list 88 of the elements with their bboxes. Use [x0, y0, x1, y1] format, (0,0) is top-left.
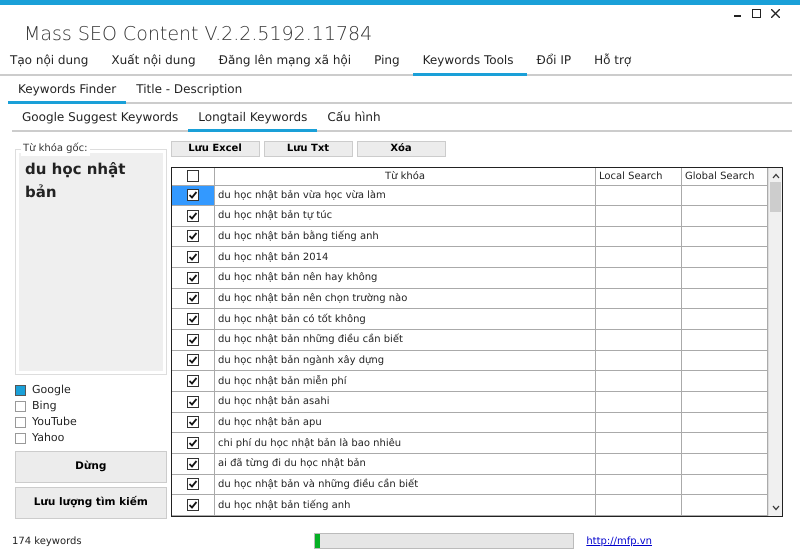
- column-header[interactable]: Global Search: [682, 168, 768, 185]
- checkbox[interactable]: [186, 292, 199, 304]
- row-select-cell[interactable]: [172, 454, 214, 474]
- column-header[interactable]: Từ khóa: [214, 168, 596, 185]
- checkbox[interactable]: [186, 375, 199, 387]
- table-cell: chi phí du học nhật bản là bao nhiêu: [214, 432, 596, 454]
- maximize-icon[interactable]: [752, 9, 761, 18]
- checkbox-label: Yahoo: [32, 430, 64, 446]
- table-cell: du học nhật bản miễn phí: [214, 370, 596, 392]
- checkbox[interactable]: [186, 313, 199, 326]
- table-cell: du học nhật bản asahi: [214, 392, 596, 412]
- checkbox[interactable]: [186, 189, 199, 202]
- checkbox[interactable]: [186, 334, 199, 346]
- tab[interactable]: Xuất nội dung: [101, 48, 209, 76]
- table-cell: du học nhật bản vừa học vừa làm: [214, 185, 596, 206]
- checkbox-label: Bing: [32, 398, 57, 414]
- row-select-cell[interactable]: [172, 308, 214, 330]
- seed-keyword-field[interactable]: du học nhật bản: [19, 153, 162, 371]
- table-cell: ai đã từng đi du học nhật bản: [214, 454, 596, 474]
- row-select-cell[interactable]: [172, 268, 214, 288]
- checkbox[interactable]: [15, 432, 26, 444]
- checkbox[interactable]: [15, 400, 26, 412]
- row-select-cell[interactable]: [172, 494, 214, 516]
- tab[interactable]: Cấu hình: [317, 104, 391, 132]
- checkbox[interactable]: [186, 210, 199, 222]
- group-label: Từ khóa gốc:: [21, 141, 90, 156]
- tab[interactable]: Tạo nội dung: [0, 48, 102, 76]
- table-cell: du học nhật bản tự túc: [214, 206, 596, 226]
- checkbox[interactable]: [186, 498, 199, 511]
- row-select-cell[interactable]: [172, 226, 214, 247]
- action-button[interactable]: Lưu lượng tìm kiếm: [15, 487, 166, 519]
- tab[interactable]: Đổi IP: [526, 48, 584, 76]
- checkbox[interactable]: [186, 251, 199, 264]
- table-cell: du học nhật bản bằng tiếng anh: [214, 226, 596, 247]
- action-button[interactable]: Dừng: [15, 451, 166, 483]
- row-select-cell[interactable]: [172, 412, 214, 433]
- tab[interactable]: Ping: [364, 48, 413, 76]
- tab[interactable]: Đăng lên mạng xã hội: [208, 48, 364, 76]
- close-icon[interactable]: [771, 9, 780, 18]
- toolbar-button[interactable]: Lưu Excel: [170, 141, 260, 157]
- checkbox[interactable]: [186, 354, 199, 366]
- toolbar-button[interactable]: Lưu Txt: [264, 141, 352, 157]
- table-cell: du học nhật bản và những điều cần biết: [214, 474, 596, 495]
- checkbox-label: YouTube: [32, 414, 77, 430]
- checkbox[interactable]: [186, 230, 199, 242]
- column-header[interactable]: Local Search: [596, 168, 682, 185]
- checkbox[interactable]: [15, 384, 26, 396]
- row-select-cell[interactable]: [172, 350, 214, 371]
- checkbox[interactable]: [186, 396, 199, 408]
- row-select-cell[interactable]: [172, 392, 214, 412]
- table-cell: du học nhật bản ngành xây dựng: [214, 350, 596, 371]
- table-cell: du học nhật bản những điều cần biết: [214, 330, 596, 350]
- row-select-cell[interactable]: [172, 432, 214, 454]
- scrollbar[interactable]: [768, 168, 782, 516]
- checkbox[interactable]: [186, 458, 199, 470]
- table-cell: du học nhật bản tiếng anh: [214, 494, 596, 516]
- checkbox[interactable]: [186, 416, 199, 428]
- keyword-count: 174 keywords: [12, 534, 82, 548]
- toolbar-button[interactable]: Xóa: [356, 141, 446, 157]
- scroll-down-icon[interactable]: [772, 505, 780, 511]
- tab[interactable]: Keywords Finder: [8, 76, 126, 104]
- row-select-cell[interactable]: [172, 206, 214, 226]
- checkbox[interactable]: [15, 416, 26, 428]
- table-cell: du học nhật bản có tốt không: [214, 308, 596, 330]
- window-title: Mass SEO Content V.2.2.5192.11784: [24, 22, 372, 46]
- tab[interactable]: Google Suggest Keywords: [12, 104, 188, 132]
- table-cell: du học nhật bản nên hay không: [214, 268, 596, 288]
- checkbox[interactable]: [186, 170, 199, 182]
- tab[interactable]: Title - Description: [126, 76, 252, 104]
- checkbox-label: Google: [32, 382, 71, 398]
- table-cell: du học nhật bản 2014: [214, 246, 596, 268]
- row-select-cell[interactable]: [172, 370, 214, 392]
- tab[interactable]: Longtail Keywords: [188, 104, 318, 132]
- row-select-cell[interactable]: [172, 288, 214, 309]
- tab[interactable]: Keywords Tools: [412, 48, 527, 76]
- row-select-cell[interactable]: [172, 330, 214, 350]
- table-cell: du học nhật bản apu: [214, 412, 596, 433]
- row-select-cell[interactable]: [172, 185, 214, 206]
- checkbox[interactable]: [186, 436, 199, 449]
- table-cell: du học nhật bản nên chọn trường nào: [214, 288, 596, 309]
- tab[interactable]: Hỗ trợ: [584, 48, 644, 76]
- checkbox[interactable]: [186, 272, 199, 284]
- checkbox[interactable]: [186, 478, 199, 490]
- website-link[interactable]: http://mfp.vn: [586, 534, 652, 548]
- row-select-cell[interactable]: [172, 474, 214, 495]
- scroll-up-icon[interactable]: [772, 173, 780, 179]
- row-select-cell[interactable]: [172, 246, 214, 268]
- scroll-thumb[interactable]: [770, 182, 781, 212]
